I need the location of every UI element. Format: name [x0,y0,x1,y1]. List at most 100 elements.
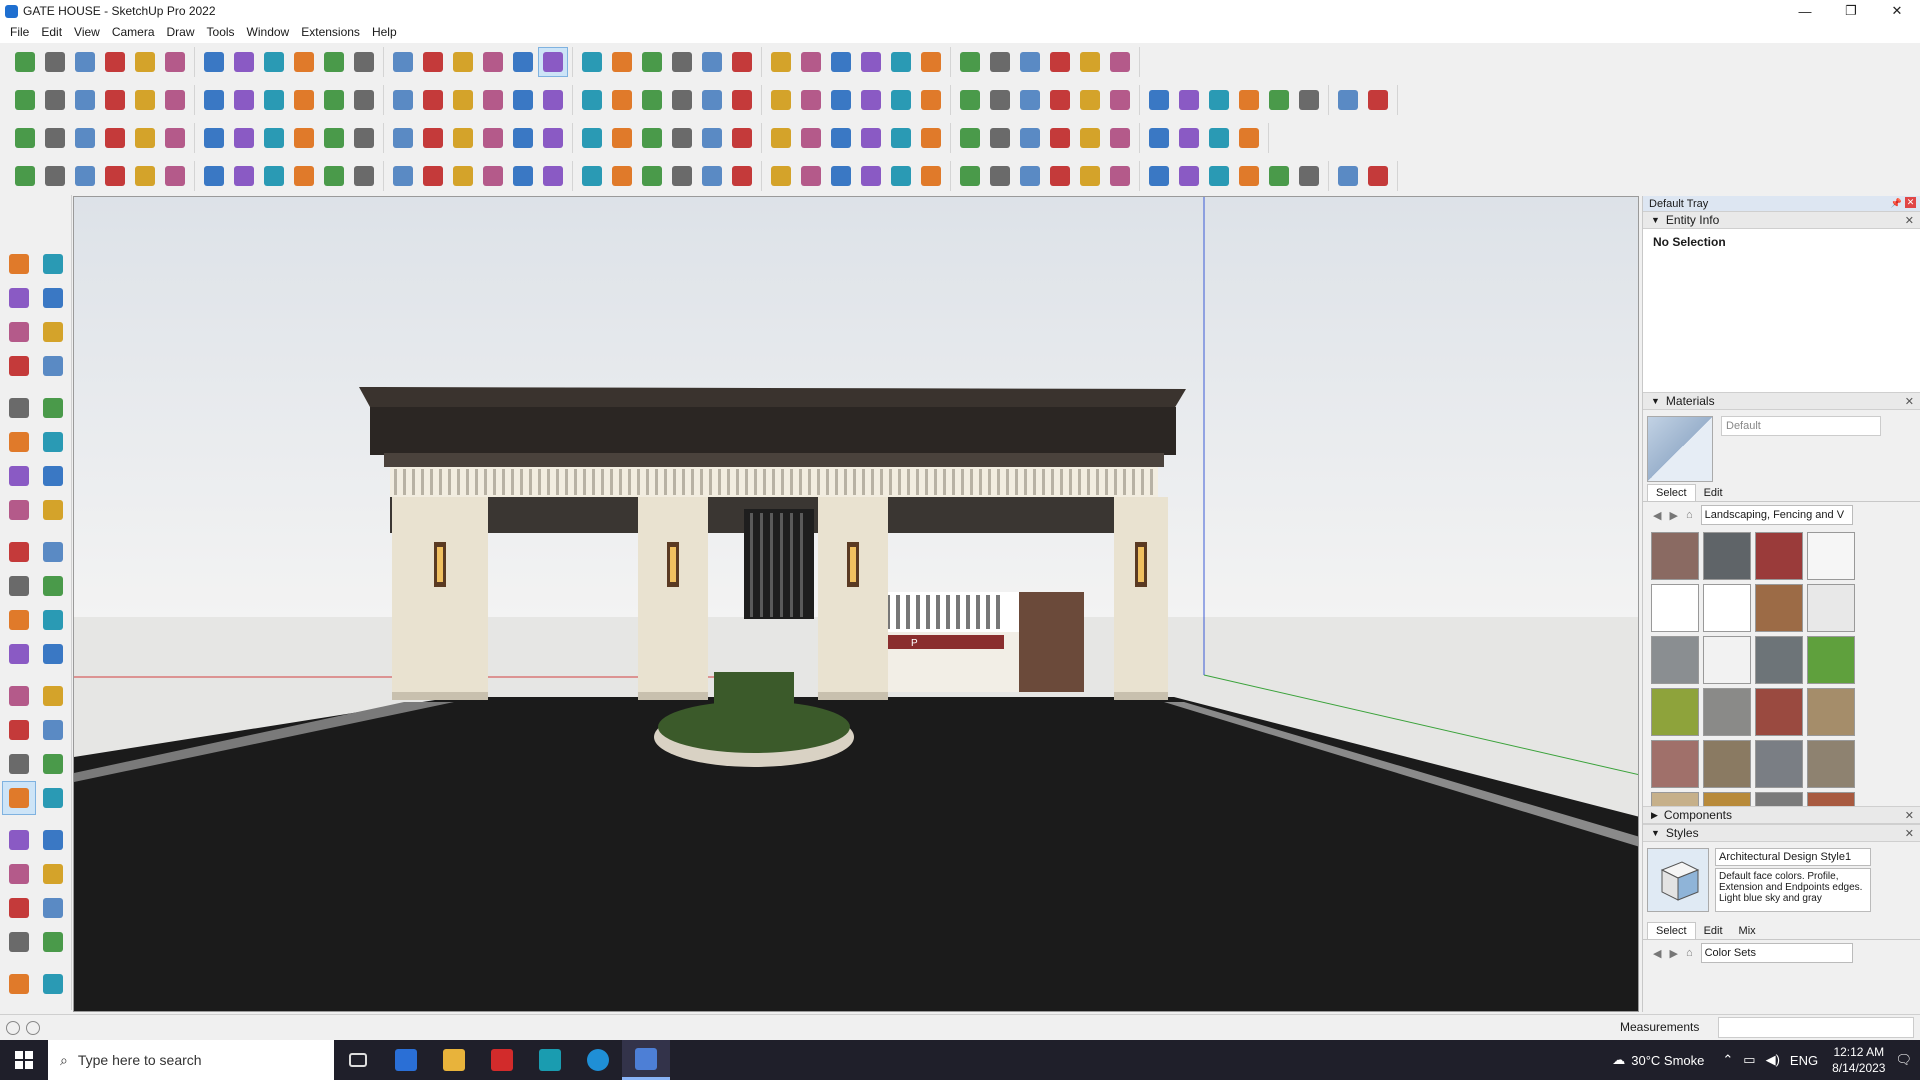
material-swatch-8[interactable] [1807,584,1855,632]
toolbar-3-tool-18-icon[interactable] [538,123,568,153]
toolbar-2-tool-17-icon[interactable] [508,85,538,115]
toolbar-3-tool-14-icon[interactable] [418,123,448,153]
toolbar-3-tool-31-icon[interactable] [955,123,985,153]
toolbar-3-tool-1-icon[interactable] [10,123,40,153]
toolbar-2-tool-10-icon[interactable] [289,85,319,115]
panel-close-icon[interactable]: ✕ [1905,827,1914,840]
palette-tool-9-icon[interactable] [2,391,36,425]
toolbar-4-tool-43-icon[interactable] [1333,161,1363,191]
close-button[interactable]: ✕ [1874,0,1920,22]
tab-styles-edit[interactable]: Edit [1696,923,1731,939]
tab-styles-select[interactable]: Select [1647,922,1696,939]
toolbar-2-tool-6-icon[interactable] [160,85,190,115]
toolbar-3-tool-7-icon[interactable] [199,123,229,153]
material-swatch-19[interactable] [1755,740,1803,788]
menu-extensions[interactable]: Extensions [295,22,366,43]
toolbar-3-tool-26-icon[interactable] [796,123,826,153]
toolbar-2-tool-16-icon[interactable] [478,85,508,115]
toolbar-2-tool-30-icon[interactable] [916,85,946,115]
material-swatch-17[interactable] [1651,740,1699,788]
menu-camera[interactable]: Camera [106,22,161,43]
toolbar-1-tool-28-icon[interactable] [856,47,886,77]
toolbar-4-tool-11-icon[interactable] [319,161,349,191]
toolbar-3-tool-11-icon[interactable] [319,123,349,153]
toolbar-4-tool-32-icon[interactable] [985,161,1015,191]
palette-tool-12-icon[interactable] [36,425,70,459]
toolbar-2-tool-26-icon[interactable] [796,85,826,115]
start-button[interactable] [0,1040,48,1080]
palette-tool-41-icon[interactable] [2,967,36,1001]
toolbar-3-tool-35-icon[interactable] [1075,123,1105,153]
weather-text[interactable]: 30°C Smoke [1631,1053,1704,1068]
material-swatch-6[interactable] [1703,584,1751,632]
style-thumbnail[interactable] [1647,848,1709,912]
toolbar-4-tool-13-icon[interactable] [388,161,418,191]
toolbar-3-tool-29-icon[interactable] [886,123,916,153]
toolbar-1-tool-12-icon[interactable] [349,47,379,77]
toolbar-2-tool-43-icon[interactable] [1333,85,1363,115]
toolbar-2-tool-25-icon[interactable] [766,85,796,115]
toolbar-1-tool-21-icon[interactable] [637,47,667,77]
toolbar-2-tool-7-icon[interactable] [199,85,229,115]
toolbar-2-tool-24-icon[interactable] [727,85,757,115]
tray-close-icon[interactable]: ✕ [1905,197,1916,208]
toolbar-3-tool-23-icon[interactable] [697,123,727,153]
toolbar-1-tool-23-icon[interactable] [697,47,727,77]
palette-tool-11-icon[interactable] [2,425,36,459]
toolbar-3-tool-25-icon[interactable] [766,123,796,153]
toolbar-2-tool-28-icon[interactable] [856,85,886,115]
toolbar-3-tool-21-icon[interactable] [637,123,667,153]
palette-tool-39-icon[interactable] [2,925,36,959]
toolbar-1-tool-22-icon[interactable] [667,47,697,77]
palette-tool-7-icon[interactable] [2,349,36,383]
toolbar-4-tool-39-icon[interactable] [1204,161,1234,191]
toolbar-4-tool-3-icon[interactable] [70,161,100,191]
toolbar-4-tool-14-icon[interactable] [418,161,448,191]
toolbar-2-tool-4-icon[interactable] [100,85,130,115]
material-swatch-16[interactable] [1807,688,1855,736]
toolbar-3-tool-8-icon[interactable] [229,123,259,153]
toolbar-1-tool-10-icon[interactable] [289,47,319,77]
toolbar-1-tool-29-icon[interactable] [886,47,916,77]
style-collection-select[interactable]: Color Sets [1700,943,1853,963]
toolbar-1-tool-7-icon[interactable] [199,47,229,77]
palette-tool-25-icon[interactable] [2,679,36,713]
palette-tool-17-icon[interactable] [2,535,36,569]
palette-tool-31-icon[interactable] [2,781,36,815]
toolbar-4-tool-21-icon[interactable] [637,161,667,191]
material-name-field[interactable]: Default [1721,416,1881,436]
toolbar-4-tool-38-icon[interactable] [1174,161,1204,191]
toolbar-1-tool-17-icon[interactable] [508,47,538,77]
palette-tool-5-icon[interactable] [2,315,36,349]
material-swatch-24[interactable] [1807,792,1855,806]
menu-view[interactable]: View [68,22,106,43]
calculator-icon[interactable] [382,1040,430,1080]
toolbar-2-tool-12-icon[interactable] [349,85,379,115]
palette-tool-8-icon[interactable] [36,349,70,383]
material-swatch-2[interactable] [1703,532,1751,580]
file-explorer-icon[interactable] [430,1040,478,1080]
material-swatch-12[interactable] [1807,636,1855,684]
toolbar-4-tool-30-icon[interactable] [916,161,946,191]
toolbar-3-tool-36-icon[interactable] [1105,123,1135,153]
toolbar-4-tool-1-icon[interactable] [10,161,40,191]
palette-tool-21-icon[interactable] [2,603,36,637]
tab-materials-edit[interactable]: Edit [1696,485,1731,501]
restore-button[interactable]: ❐ [1828,0,1874,22]
toolbar-2-tool-18-icon[interactable] [538,85,568,115]
palette-tool-15-icon[interactable] [2,493,36,527]
toolbar-3-tool-9-icon[interactable] [259,123,289,153]
current-material-swatch[interactable] [1647,416,1713,482]
toolbar-2-tool-19-icon[interactable] [577,85,607,115]
toolbar-4-tool-4-icon[interactable] [100,161,130,191]
toolbar-1-tool-34-icon[interactable] [1045,47,1075,77]
menu-tools[interactable]: Tools [201,22,241,43]
toolbar-4-tool-7-icon[interactable] [199,161,229,191]
toolbar-2-tool-9-icon[interactable] [259,85,289,115]
toolbar-4-tool-25-icon[interactable] [766,161,796,191]
toolbar-2-tool-1-icon[interactable] [10,85,40,115]
material-swatch-20[interactable] [1807,740,1855,788]
material-swatch-7[interactable] [1755,584,1803,632]
home-icon[interactable]: ⌂ [1686,947,1693,959]
material-swatch-21[interactable] [1651,792,1699,806]
